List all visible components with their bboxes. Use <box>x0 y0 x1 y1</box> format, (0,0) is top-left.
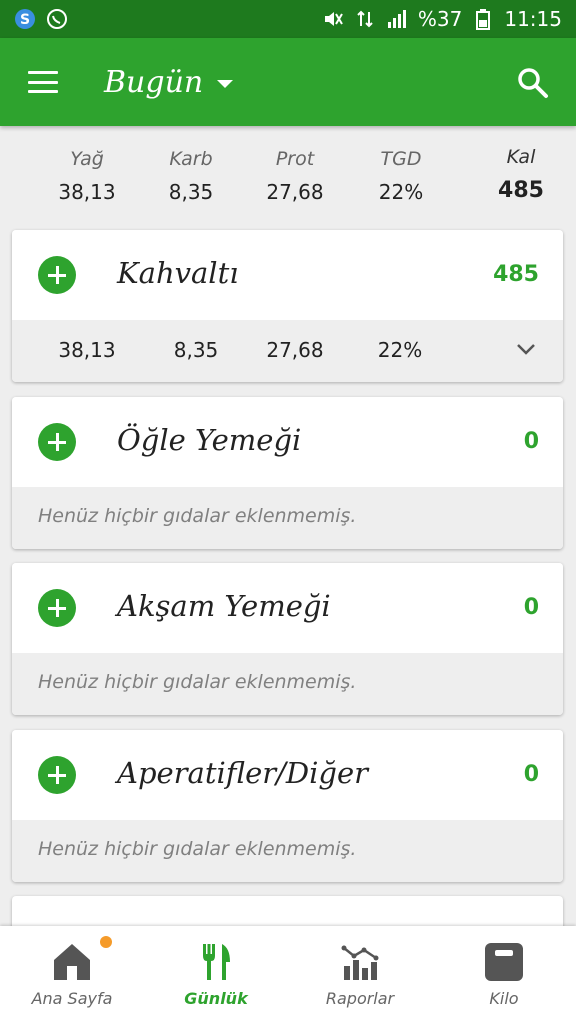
page-title: Bugün <box>104 64 204 100</box>
chevron-down-icon[interactable] <box>515 338 537 360</box>
meal-empty-row: Henüz hiçbir gıdalar eklenmemiş. <box>12 653 563 715</box>
nav-label: Ana Sayfa <box>31 989 113 1008</box>
macro-carb: 8,35 <box>173 338 219 362</box>
summary-protein: Prot 27,68 <box>250 148 340 204</box>
summary-value: 38,13 <box>58 180 116 204</box>
battery-icon <box>472 8 494 30</box>
summary-value: 8,35 <box>168 180 214 204</box>
skype-icon: S <box>14 8 36 30</box>
empty-message: Henüz hiçbir gıdalar eklenmemiş. <box>38 671 357 693</box>
macro-tgd: 22% <box>377 338 423 362</box>
whatsapp-icon <box>46 8 68 30</box>
app-bar: Bugün <box>0 38 576 126</box>
summary-label: Karb <box>169 148 213 170</box>
meal-card-dinner: Akşam Yemeği 0 Henüz hiçbir gıdalar ekle… <box>12 563 563 715</box>
empty-message: Henüz hiçbir gıdalar eklenmemiş. <box>38 505 357 527</box>
macro-protein: 27,68 <box>266 338 324 362</box>
meal-card-lunch: Öğle Yemeği 0 Henüz hiçbir gıdalar eklen… <box>12 397 563 549</box>
search-button[interactable] <box>516 66 550 100</box>
add-food-button[interactable] <box>38 589 76 627</box>
scale-icon <box>485 943 523 981</box>
nav-reports[interactable]: Raporlar <box>288 926 432 1024</box>
meal-card-breakfast: Kahvaltı 485 38,13 8,35 27,68 22% <box>12 230 563 382</box>
nav-label: Günlük <box>184 989 248 1008</box>
summary-fat: Yağ 38,13 <box>42 148 132 204</box>
meal-name: Öğle Yemeği <box>117 423 302 457</box>
nav-diary[interactable]: Günlük <box>144 926 288 1024</box>
search-icon <box>518 68 548 98</box>
empty-message: Henüz hiçbir gıdalar eklenmemiş. <box>38 838 357 860</box>
add-food-button[interactable] <box>38 423 76 461</box>
date-selector[interactable]: Bugün <box>104 64 234 100</box>
nav-home[interactable]: Ana Sayfa <box>0 926 144 1024</box>
meal-calories: 0 <box>523 762 539 787</box>
reports-icon <box>341 945 379 980</box>
dropdown-icon <box>217 80 234 88</box>
meal-empty-row: Henüz hiçbir gıdalar eklenmemiş. <box>12 487 563 549</box>
notification-dot <box>100 936 112 948</box>
meal-empty-row: Henüz hiçbir gıdalar eklenmemiş. <box>12 820 563 882</box>
meal-header[interactable]: Akşam Yemeği 0 <box>12 563 563 653</box>
menu-icon <box>28 71 58 93</box>
meal-name: Akşam Yemeği <box>117 589 331 623</box>
summary-value: 27,68 <box>266 180 324 204</box>
meal-header[interactable]: Aperatifler/Diğer 0 <box>12 730 563 820</box>
meal-header[interactable]: Öğle Yemeği 0 <box>12 397 563 487</box>
meal-calories: 0 <box>523 595 539 620</box>
menu-button[interactable] <box>0 38 86 126</box>
battery-percent: %37 <box>417 7 463 31</box>
data-icon <box>354 8 376 30</box>
home-icon <box>54 944 90 980</box>
summary-value: 485 <box>498 178 544 203</box>
daily-summary: Yağ 38,13 Karb 8,35 Prot 27,68 TGD 22% K… <box>0 126 576 222</box>
summary-value: 22% <box>378 180 424 204</box>
nav-weight[interactable]: Kilo <box>432 926 576 1024</box>
meal-card-snacks: Aperatifler/Diğer 0 Henüz hiçbir gıdalar… <box>12 730 563 882</box>
clock: 11:15 <box>504 7 562 31</box>
status-bar: S %37 11:15 <box>0 0 576 38</box>
fork-knife-icon <box>203 944 230 980</box>
summary-label: Kal <box>506 146 536 168</box>
meal-header[interactable]: Kahvaltı 485 <box>12 230 563 320</box>
meal-name: Kahvaltı <box>117 256 239 290</box>
meal-name: Aperatifler/Diğer <box>117 756 369 790</box>
macro-fat: 38,13 <box>58 338 116 362</box>
summary-carb: Karb 8,35 <box>146 148 236 204</box>
signal-icon <box>386 8 408 30</box>
bottom-navigation: Ana Sayfa Günlük Raporlar Kilo <box>0 926 576 1024</box>
summary-label: TGD <box>380 148 422 170</box>
summary-label: Prot <box>275 148 315 170</box>
summary-calories: Kal 485 <box>476 146 566 203</box>
nav-label: Kilo <box>489 989 519 1008</box>
nav-label: Raporlar <box>325 989 395 1008</box>
add-food-button[interactable] <box>38 756 76 794</box>
summary-tgd: TGD 22% <box>356 148 446 204</box>
meal-macros-row[interactable]: 38,13 8,35 27,68 22% <box>12 320 563 382</box>
svg-text:S: S <box>20 12 30 28</box>
meal-calories: 0 <box>523 429 539 454</box>
add-food-button[interactable] <box>38 256 76 294</box>
summary-label: Yağ <box>70 148 104 170</box>
meal-calories: 485 <box>493 262 539 287</box>
mute-icon <box>322 8 344 30</box>
